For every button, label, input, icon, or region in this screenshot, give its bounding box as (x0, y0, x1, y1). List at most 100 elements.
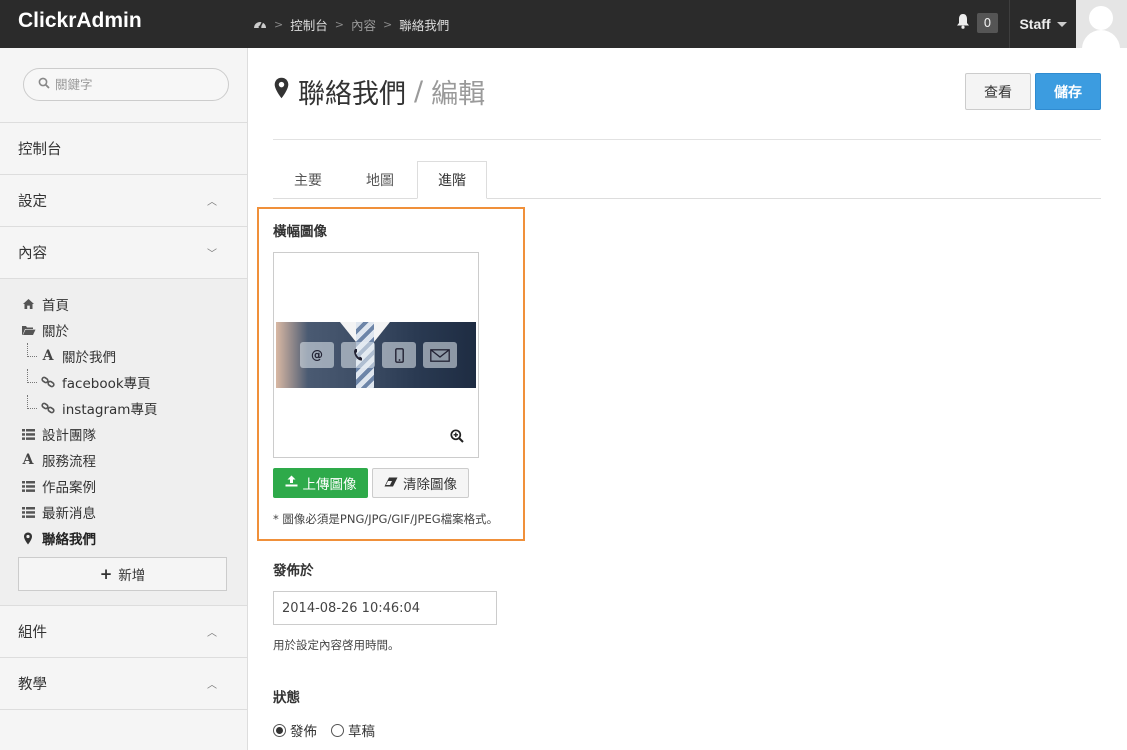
view-button[interactable]: 查看 (965, 73, 1031, 110)
map-marker-icon (273, 76, 290, 107)
breadcrumb-current: 聯絡我們 (399, 18, 450, 33)
sidebar-item-tutorial[interactable]: 教學 ︿ (0, 658, 247, 710)
tree-item-home[interactable]: 首頁 (0, 291, 247, 317)
plus-icon: + (99, 565, 113, 583)
tree-item-news[interactable]: 最新消息 (0, 499, 247, 525)
tree-item-about[interactable]: 關於 (0, 317, 247, 343)
status-radio-draft[interactable] (331, 723, 344, 737)
publish-date-hint: 用於設定內容啓用時間。 (273, 638, 400, 652)
home-icon (20, 298, 36, 310)
sidebar-search-area (0, 48, 247, 123)
tree-item-label: 關於 (42, 324, 69, 340)
status-radio-published[interactable] (273, 723, 286, 737)
sidebar-item-label: 教學 (18, 677, 47, 693)
tab-map[interactable]: 地圖 (345, 161, 415, 199)
tree-item-design-team[interactable]: 設計團隊 (0, 421, 247, 447)
tree-item-label: 作品案例 (42, 480, 96, 496)
breadcrumb-separator: > (334, 18, 344, 31)
envelope-icon (423, 342, 457, 368)
breadcrumb-dashboard[interactable]: 控制台 (290, 15, 328, 34)
tree-item-about-us[interactable]: A 關於我們 (0, 343, 247, 369)
chevron-down-icon: ﹀ (207, 249, 217, 260)
tree-item-label: instagram專頁 (62, 402, 158, 418)
tree-item-label: 首頁 (42, 298, 69, 314)
tree-item-label: 設計團隊 (42, 428, 96, 444)
clear-image-label: 清除圖像 (403, 477, 457, 493)
search-input[interactable] (55, 77, 215, 92)
tab-advanced[interactable]: 進階 (417, 161, 487, 199)
search-icon (38, 77, 50, 93)
bell-icon[interactable] (956, 13, 970, 33)
notification-count-badge[interactable]: 0 (977, 13, 998, 33)
mobile-icon (382, 342, 416, 368)
sidebar-item-dashboard[interactable]: 控制台 (0, 123, 247, 175)
title-separator: / (414, 76, 424, 107)
tree-item-portfolio[interactable]: 作品案例 (0, 473, 247, 499)
sidebar-item-content[interactable]: 內容 ﹀ (0, 227, 247, 279)
brand-logo[interactable]: ClickrAdmin (18, 9, 142, 33)
sidebar-item-widgets[interactable]: 組件 ︿ (0, 606, 247, 658)
status-label: 狀態 (273, 690, 300, 706)
at-sign-icon: @ (300, 342, 334, 368)
search-box[interactable] (23, 68, 229, 101)
sidebar-item-label: 組件 (18, 625, 47, 641)
dashboard-icon[interactable] (253, 17, 267, 32)
font-icon: A (22, 452, 34, 468)
image-format-hint: * 圖像必須是PNG/JPG/GIF/JPEG檔案格式。 (273, 512, 499, 526)
page-title-text: 聯絡我們 (298, 79, 406, 110)
top-navbar: ClickrAdmin > 控制台 > 內容 > 聯絡我們 0 Staff (0, 0, 1127, 48)
upload-image-label: 上傳圖像 (302, 477, 357, 493)
title-divider (273, 139, 1101, 140)
add-content-button[interactable]: + 新增 (18, 557, 227, 591)
breadcrumb-content[interactable]: 內容 (351, 15, 376, 34)
tree-item-label: 關於我們 (62, 350, 116, 366)
tree-item-label: 服務流程 (42, 454, 96, 470)
status-option-published-label[interactable]: 發佈 (290, 720, 317, 740)
banner-image-label: 橫幅圖像 (273, 224, 327, 240)
eraser-icon (384, 475, 398, 491)
font-icon: A (42, 348, 54, 364)
list-icon (20, 506, 36, 518)
sidebar-item-label: 設定 (18, 194, 47, 210)
list-icon (20, 428, 36, 440)
zoom-in-icon[interactable] (450, 429, 464, 447)
avatar[interactable] (1076, 0, 1127, 48)
tab-main[interactable]: 主要 (273, 161, 343, 199)
tree-item-label: 最新消息 (42, 506, 96, 522)
tree-item-label: facebook專頁 (62, 376, 151, 392)
tree-item-service-flow[interactable]: A 服務流程 (0, 447, 247, 473)
add-content-label: 新增 (118, 568, 146, 584)
status-option-draft-label[interactable]: 草稿 (348, 720, 375, 740)
clear-image-button[interactable]: 清除圖像 (372, 468, 469, 498)
publish-date-label: 發佈於 (273, 563, 314, 579)
link-icon (40, 402, 56, 414)
breadcrumb-separator: > (274, 18, 284, 31)
sidebar: 控制台 設定 ︿ 內容 ﹀ 首頁 關於 A 關於我們 (0, 48, 248, 750)
sidebar-item-label: 控制台 (18, 142, 62, 158)
chevron-up-icon: ︿ (207, 628, 217, 639)
save-button[interactable]: 儲存 (1035, 73, 1101, 110)
user-menu-label: Staff (1019, 16, 1051, 32)
chevron-up-icon: ︿ (207, 680, 217, 691)
breadcrumb: > 控制台 > 內容 > 聯絡我們 (253, 15, 449, 34)
upload-image-button[interactable]: 上傳圖像 (273, 468, 368, 498)
tree-item-label: 聯絡我們 (42, 532, 96, 548)
link-icon (40, 376, 56, 388)
user-menu[interactable]: Staff (1009, 0, 1076, 48)
publish-date-input[interactable] (273, 591, 497, 625)
chevron-up-icon: ︿ (207, 197, 217, 208)
sidebar-item-settings[interactable]: 設定 ︿ (0, 175, 247, 227)
tree-item-instagram[interactable]: instagram專頁 (0, 395, 247, 421)
folder-open-icon (20, 324, 36, 336)
caret-down-icon (1056, 21, 1067, 27)
upload-icon (285, 475, 298, 491)
tree-item-facebook[interactable]: facebook專頁 (0, 369, 247, 395)
page-subtitle: 編輯 (431, 79, 486, 110)
list-icon (20, 480, 36, 492)
tab-bar: 主要 地圖 進階 (273, 161, 1101, 199)
phone-icon (341, 342, 375, 368)
tree-item-contact-us[interactable]: 聯絡我們 (0, 525, 247, 551)
map-marker-icon (20, 532, 36, 545)
banner-image-preview[interactable]: @ (273, 252, 479, 458)
status-radio-group: 發佈 草稿 (273, 720, 375, 740)
